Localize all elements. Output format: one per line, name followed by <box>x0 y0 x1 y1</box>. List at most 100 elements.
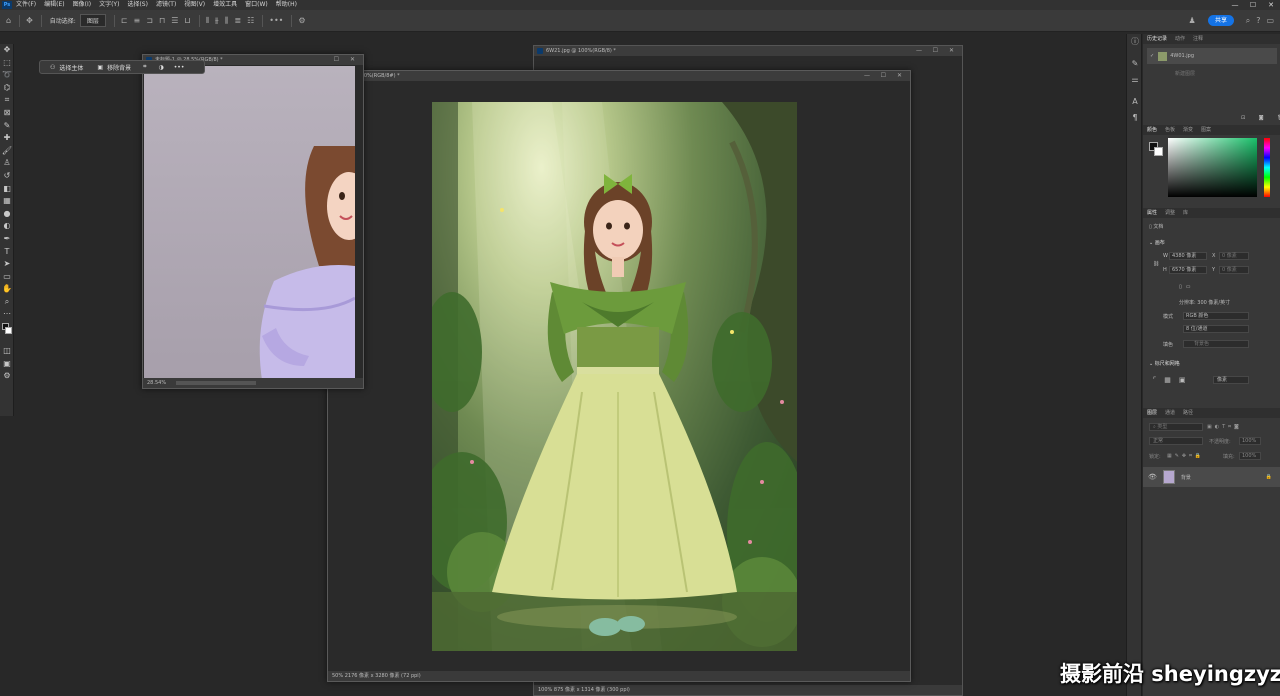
crop-tool-icon[interactable]: ⌗ <box>0 94 14 107</box>
units-dropdown[interactable]: 像素 <box>1213 376 1249 384</box>
more-icon[interactable]: ••• <box>174 64 185 71</box>
edit-toolbar-icon[interactable]: ⚙ <box>0 370 14 383</box>
height-field[interactable]: 6570 像素 <box>1169 266 1207 274</box>
select-subject-button[interactable]: 选择主体 <box>59 63 83 72</box>
minimize-button[interactable]: — <box>1226 0 1244 10</box>
document-tab-front[interactable]: 3.jpg @ 50%(RGB/8#) * — ☐ ✕ <box>328 71 910 81</box>
document-tab-back[interactable]: 6W21.jpg @ 100%(RGB/8) * — ☐ ✕ <box>534 46 962 56</box>
learn-icon[interactable]: ♟ <box>1189 16 1196 25</box>
tab-paths[interactable]: 路径 <box>1179 408 1197 418</box>
pen-tool-icon[interactable]: ✒ <box>0 233 14 246</box>
fill-dropdown[interactable]: 背景色 <box>1183 340 1249 348</box>
distribute-center-icon[interactable]: ⫵ <box>215 16 219 26</box>
menu-image[interactable]: 图像(I) <box>73 0 91 10</box>
align-left-icon[interactable]: ⊏ <box>121 16 128 25</box>
more-options-icon[interactable]: ••• <box>269 16 283 25</box>
distribute-left-icon[interactable]: ⫴ <box>206 16 209 26</box>
doc-close-icon[interactable]: ✕ <box>897 71 902 81</box>
history-snapshot-row[interactable]: ✓ 4W01.jpg <box>1147 48 1277 64</box>
mode-dropdown[interactable]: RGB 颜色 <box>1183 312 1249 320</box>
document-window-small[interactable]: 未标题-1 @ 28.5%(RGB/8) * ☐ ✕ 28.54% <box>142 54 364 389</box>
layer-filter-field[interactable]: ⌕ 类型 <box>1149 423 1203 431</box>
type-tool-icon[interactable]: T <box>0 246 14 259</box>
brush-settings-icon[interactable]: ✎ <box>1127 56 1143 72</box>
history-step[interactable]: 新建图层 <box>1175 70 1195 77</box>
link-icon[interactable]: ⛓ <box>1153 261 1159 267</box>
menu-file[interactable]: 文件(F) <box>16 0 36 10</box>
eyedropper-tool-icon[interactable]: ✎ <box>0 120 14 133</box>
tab-swatches[interactable]: 色板 <box>1161 125 1179 135</box>
tab-history[interactable]: 历史记录 <box>1143 34 1171 44</box>
character-icon[interactable]: A <box>1127 94 1143 110</box>
gradient-tool-icon[interactable]: ▦ <box>0 195 14 208</box>
settings-gear-icon[interactable]: ⚙ <box>298 16 305 25</box>
blur-tool-icon[interactable]: ● <box>0 208 14 221</box>
color-picker-field[interactable] <box>1168 138 1257 197</box>
mask-icon[interactable]: ◑ <box>158 64 163 71</box>
align-top-icon[interactable]: ⊓ <box>159 16 165 25</box>
doc-minimize-icon[interactable]: — <box>916 46 922 56</box>
clone-stamp-icon[interactable]: ♙ <box>0 157 14 170</box>
canvas-image[interactable] <box>432 102 797 651</box>
rectangle-tool-icon[interactable]: ▭ <box>0 271 14 284</box>
search-icon[interactable]: ⌕ <box>1246 16 1250 26</box>
visibility-eye-icon[interactable]: 👁 <box>1148 473 1157 481</box>
menu-select[interactable]: 选择(S) <box>127 0 148 10</box>
tab-layers[interactable]: 图层 <box>1143 408 1161 418</box>
menu-window[interactable]: 窗口(W) <box>245 0 268 10</box>
share-button[interactable]: 共享 <box>1208 15 1234 26</box>
doc-close-icon[interactable]: ✕ <box>350 55 355 65</box>
distribute-top-icon[interactable]: ≣ <box>234 16 241 25</box>
doc-maximize-icon[interactable]: ☐ <box>881 71 886 81</box>
history-brush-icon[interactable]: ↺ <box>0 170 14 183</box>
dodge-tool-icon[interactable]: ◐ <box>0 220 14 233</box>
move-tool-icon[interactable]: ✥ <box>26 16 33 25</box>
menu-edit[interactable]: 编辑(E) <box>44 0 64 10</box>
menu-type[interactable]: 文字(Y) <box>99 0 119 10</box>
tab-libraries[interactable]: 库 <box>1179 208 1192 218</box>
ruler-grid-icons[interactable]: ⌜▦▣ <box>1153 376 1194 384</box>
fill-opacity-field[interactable]: 100% <box>1239 452 1261 460</box>
align-right-icon[interactable]: ⊐ <box>146 16 153 25</box>
paragraph-icon[interactable]: ¶ <box>1127 110 1143 126</box>
doc-maximize-icon[interactable]: ☐ <box>933 46 938 56</box>
distribute-right-icon[interactable]: ⫼ <box>225 16 229 26</box>
tab-adjustments[interactable]: 调整 <box>1161 208 1179 218</box>
close-window-button[interactable]: ✕ <box>1262 0 1280 10</box>
auto-select-dropdown[interactable]: 图层 <box>79 14 106 27</box>
workspace-icon[interactable]: ▭ <box>1266 16 1274 25</box>
marquee-tool-icon[interactable]: ⬚ <box>0 57 14 70</box>
tab-color[interactable]: 颜色 <box>1143 125 1161 135</box>
tab-actions[interactable]: 动作 <box>1171 34 1189 44</box>
move-tool-icon[interactable]: ✥ <box>0 44 14 57</box>
document-window-front[interactable]: 3.jpg @ 50%(RGB/8#) * — ☐ ✕ 50% 2176 像素 … <box>327 70 911 682</box>
eraser-tool-icon[interactable]: ◧ <box>0 183 14 196</box>
lasso-tool-icon[interactable]: ➰ <box>0 69 14 82</box>
help-icon[interactable]: ? <box>1256 16 1260 25</box>
depth-dropdown[interactable]: 8 位/通道 <box>1183 325 1249 333</box>
doc-maximize-icon[interactable]: ☐ <box>334 55 339 65</box>
small-canvas[interactable] <box>144 66 355 380</box>
align-middle-icon[interactable]: ☰ <box>171 16 178 25</box>
orientation-icons[interactable]: ▯▭ <box>1179 284 1194 290</box>
menu-filter[interactable]: 滤镜(T) <box>156 0 176 10</box>
zoom-tool-icon[interactable]: ⌕ <box>0 296 14 309</box>
distribute-bottom-icon[interactable]: ☷ <box>247 16 254 25</box>
align-center-icon[interactable]: ≡ <box>134 16 141 25</box>
color-swatches-icon[interactable] <box>0 321 14 345</box>
frame-tool-icon[interactable]: ⊠ <box>0 107 14 120</box>
blend-mode-dropdown[interactable]: 正常 <box>1149 437 1203 445</box>
x-field[interactable]: 0 像素 <box>1219 252 1249 260</box>
adjustments-icon[interactable]: ⚌ <box>1127 72 1143 88</box>
y-field[interactable]: 0 像素 <box>1219 266 1249 274</box>
home-icon[interactable]: ⌂ <box>6 16 11 25</box>
crop-icon[interactable]: ⌗ <box>143 63 146 71</box>
layer-row-background[interactable]: 👁 背景 🔒 <box>1143 467 1280 487</box>
screen-mode-icon[interactable]: ▣ <box>0 358 14 371</box>
healing-brush-icon[interactable]: ✚ <box>0 132 14 145</box>
opacity-field[interactable]: 100% <box>1239 437 1261 445</box>
tab-channels[interactable]: 通道 <box>1161 408 1179 418</box>
hand-tool-icon[interactable]: ✋ <box>0 283 14 296</box>
doc-minimize-icon[interactable]: — <box>864 71 870 81</box>
tab-patterns[interactable]: 图案 <box>1197 125 1215 135</box>
